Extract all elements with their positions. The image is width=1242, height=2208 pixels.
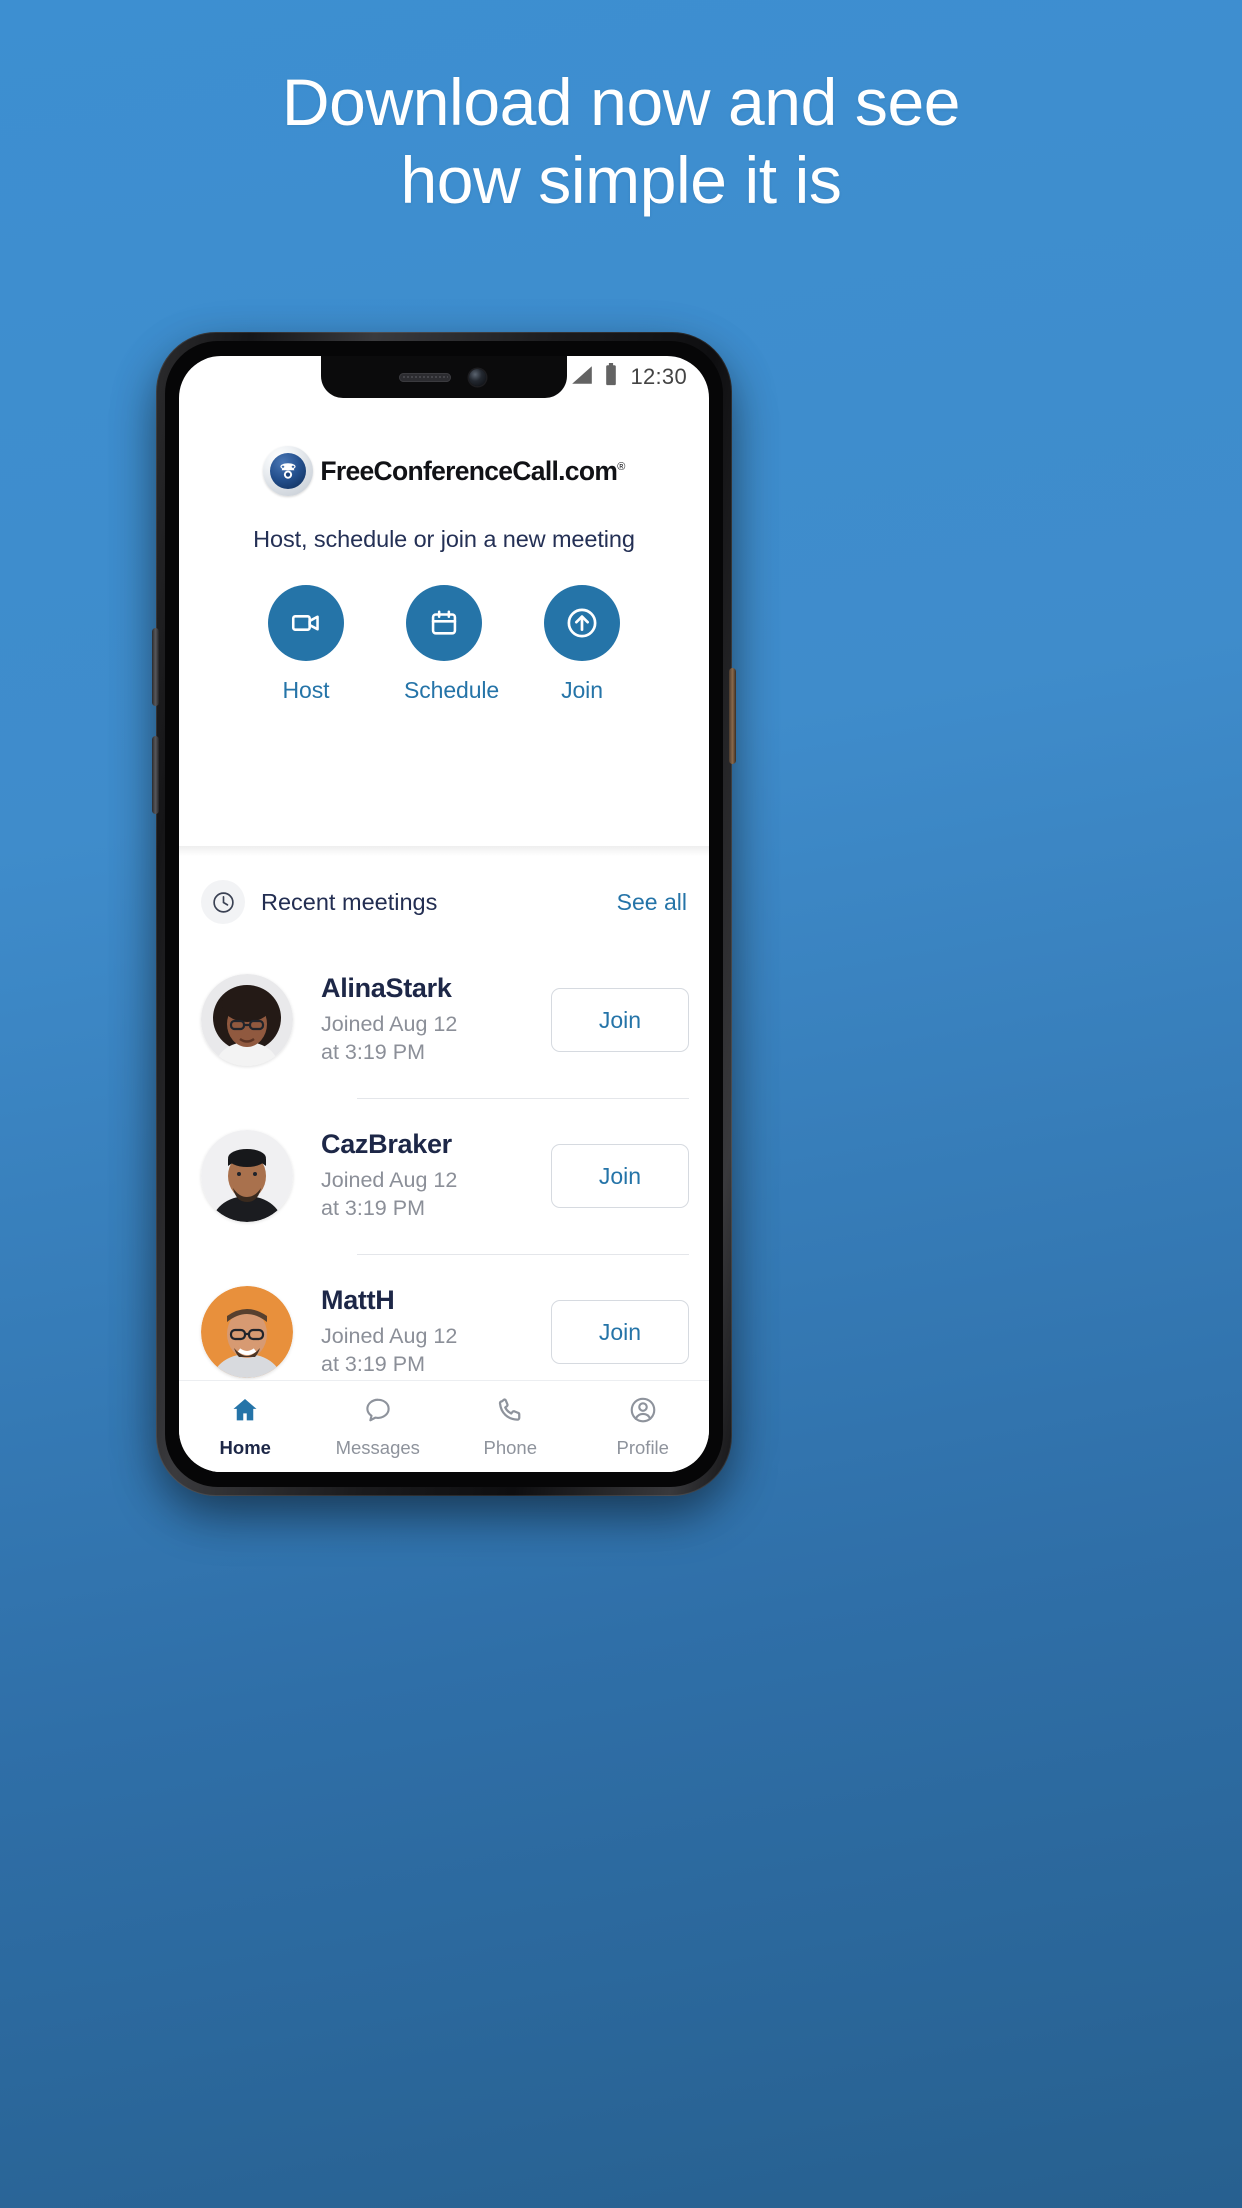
meeting-joined: Joined Aug 12	[321, 1168, 458, 1193]
see-all-link[interactable]: See all	[617, 889, 687, 916]
meeting-row[interactable]: CazBraker Joined Aug 12 at 3:19 PM Join	[179, 1098, 709, 1254]
recent-meetings-section: Recent meetings See all AlinaStark Joine…	[179, 856, 709, 1380]
avatar	[201, 1286, 293, 1378]
meeting-row[interactable]: MattH Joined Aug 12 at 3:19 PM Join	[179, 1254, 709, 1380]
host-action-label: Host	[282, 677, 330, 703]
meeting-name: AlinaStark	[321, 973, 452, 1004]
front-camera-icon	[469, 369, 486, 386]
brand-name: FreeConferenceCall.com®	[320, 455, 625, 486]
meeting-row[interactable]: AlinaStark Joined Aug 12 at 3:19 PM Join	[179, 942, 709, 1098]
promo-headline: Download now and see how simple it is	[0, 64, 1242, 220]
nav-label-phone: Phone	[483, 1436, 538, 1458]
volume-down-button[interactable]	[152, 736, 159, 814]
join-action-label: Join	[561, 677, 603, 703]
host-action[interactable]: Host	[266, 585, 346, 704]
status-bar-clock: 12:30	[630, 364, 687, 389]
nav-item-phone[interactable]: Phone	[444, 1381, 577, 1472]
earpiece-speaker-icon	[399, 373, 451, 382]
battery-icon	[604, 363, 618, 391]
join-meeting-button[interactable]: Join	[551, 1144, 689, 1208]
power-button[interactable]	[729, 668, 736, 764]
join-meeting-button[interactable]: Join	[551, 1300, 689, 1364]
nav-item-messages[interactable]: Messages	[312, 1381, 445, 1472]
cellular-signal-icon	[570, 365, 594, 390]
meeting-time: at 3:19 PM	[321, 1196, 425, 1220]
nav-item-home[interactable]: Home	[179, 1381, 312, 1472]
section-divider	[179, 846, 709, 856]
promo-headline-line2: how simple it is	[400, 142, 842, 217]
join-action[interactable]: Join	[542, 585, 622, 704]
app-header-card: FreeConferenceCall.com® Host, schedule o…	[179, 398, 709, 746]
meeting-time: at 3:19 PM	[321, 1040, 425, 1064]
meeting-name: CazBraker	[321, 1129, 452, 1160]
meeting-info: AlinaStark Joined Aug 12 at 3:19 PM	[321, 973, 551, 1067]
phone-handset-icon	[495, 1395, 525, 1430]
meeting-joined: Joined Aug 12	[321, 1012, 458, 1037]
arrow-up-circle-icon[interactable]	[544, 585, 620, 661]
join-meeting-button[interactable]: Join	[551, 988, 689, 1052]
person-circle-icon	[628, 1395, 658, 1430]
video-camera-icon[interactable]	[268, 585, 344, 661]
meeting-joined: Joined Aug 12	[321, 1324, 458, 1349]
nav-label-messages: Messages	[335, 1436, 420, 1458]
brand-trademark: ®	[617, 460, 625, 473]
avatar	[201, 1130, 293, 1222]
nav-label-home: Home	[219, 1436, 271, 1458]
meeting-name: MattH	[321, 1285, 395, 1316]
avatar	[201, 974, 293, 1066]
chat-bubble-icon	[363, 1395, 393, 1430]
bottom-navigation: Home Messages Phone Profile	[179, 1380, 709, 1472]
meeting-info: MattH Joined Aug 12 at 3:19 PM	[321, 1285, 551, 1379]
meeting-time: at 3:19 PM	[321, 1352, 425, 1376]
phone-mockup: 12:30 FreeConferenceCall.com® Host, sche…	[152, 332, 736, 1496]
clock-icon	[201, 880, 245, 924]
volume-up-button[interactable]	[152, 628, 159, 706]
app-tagline: Host, schedule or join a new meeting	[253, 526, 635, 552]
telephone-logo-icon	[263, 446, 314, 496]
quick-actions: Host Schedule Join	[179, 585, 709, 746]
nav-item-profile[interactable]: Profile	[577, 1381, 710, 1472]
home-icon	[230, 1395, 260, 1430]
meeting-info: CazBraker Joined Aug 12 at 3:19 PM	[321, 1129, 551, 1223]
phone-screen: 12:30 FreeConferenceCall.com® Host, sche…	[179, 356, 709, 1472]
recent-meetings-title: Recent meetings	[261, 888, 438, 915]
calendar-icon[interactable]	[406, 585, 482, 661]
schedule-action[interactable]: Schedule	[404, 585, 500, 704]
nav-label-profile: Profile	[616, 1436, 669, 1458]
schedule-action-label: Schedule	[404, 677, 500, 703]
phone-notch	[321, 356, 567, 398]
promo-headline-line1: Download now and see	[281, 65, 961, 139]
brand-logo: FreeConferenceCall.com®	[179, 424, 709, 496]
recent-meetings-header: Recent meetings See all	[179, 856, 709, 942]
